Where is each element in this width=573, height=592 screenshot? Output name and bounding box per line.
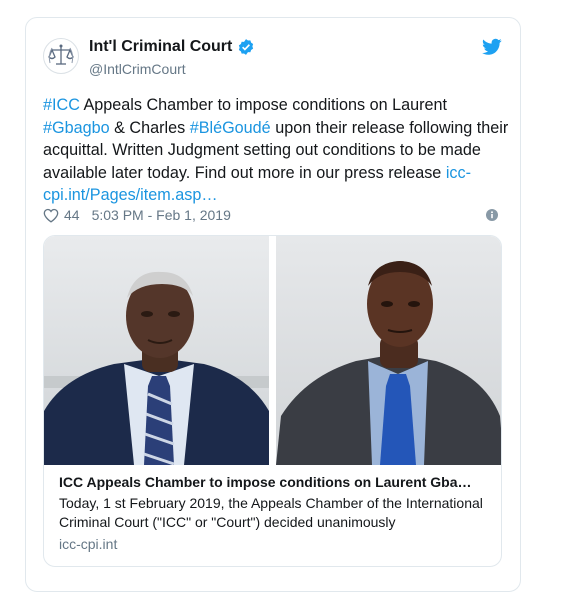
card-domain: icc-cpi.int bbox=[59, 536, 118, 552]
card-photos bbox=[44, 236, 501, 465]
tweet-card[interactable]: Int'l Criminal Court @IntlCrimCourt #ICC… bbox=[25, 17, 521, 592]
account-handle[interactable]: @IntlCrimCourt bbox=[89, 61, 186, 77]
hashtag-blegoude[interactable]: #BléGoudé bbox=[190, 119, 271, 137]
heart-icon[interactable] bbox=[43, 208, 59, 223]
hashtag-gbagbo[interactable]: #Gbagbo bbox=[43, 119, 110, 137]
like-count[interactable]: 44 bbox=[64, 207, 80, 223]
photo-charles-ble-goude bbox=[276, 236, 501, 465]
info-icon[interactable] bbox=[486, 209, 498, 221]
card-title[interactable]: ICC Appeals Chamber to impose conditions… bbox=[59, 473, 489, 492]
hashtag-icc[interactable]: #ICC bbox=[43, 96, 80, 114]
tweet-meta: 44 5:03 PM - Feb 1, 2019 bbox=[43, 207, 231, 223]
account-name[interactable]: Int'l Criminal Court bbox=[89, 38, 232, 56]
icc-scales-logo-icon bbox=[48, 44, 74, 65]
tweet-text: #ICC Appeals Chamber to impose condition… bbox=[43, 94, 513, 207]
tweet-text-segment: Appeals Chamber to impose conditions on … bbox=[79, 96, 448, 114]
verified-badge-icon bbox=[239, 39, 254, 55]
tweet-timestamp[interactable]: 5:03 PM - Feb 1, 2019 bbox=[92, 207, 231, 223]
photo-laurent-gbagbo bbox=[44, 236, 269, 465]
link-preview-card[interactable]: ICC Appeals Chamber to impose conditions… bbox=[43, 235, 502, 567]
tweet-text-segment: & Charles bbox=[109, 118, 190, 137]
account-avatar[interactable] bbox=[43, 38, 79, 74]
card-description: Today, 1 st February 2019, the Appeals C… bbox=[59, 495, 483, 530]
twitter-bird-icon[interactable] bbox=[482, 38, 502, 56]
